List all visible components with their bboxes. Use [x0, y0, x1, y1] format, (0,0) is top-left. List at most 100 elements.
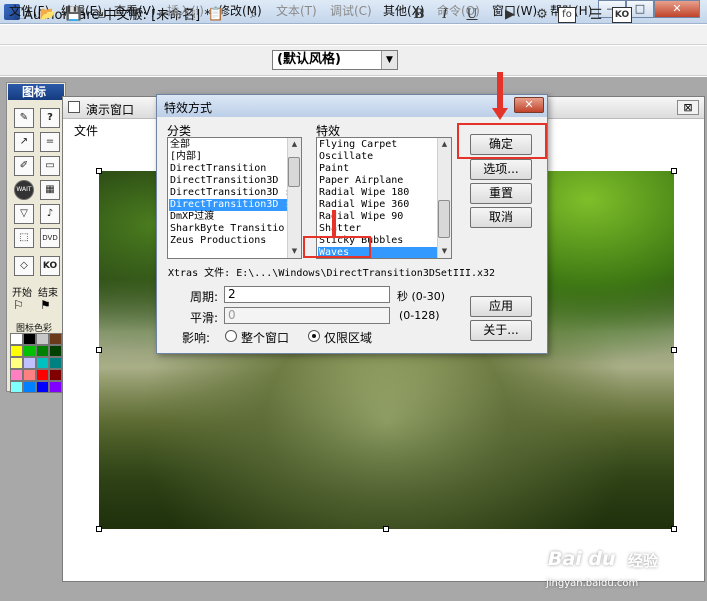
cancel-button[interactable]: 取消	[470, 207, 532, 228]
color-swatch[interactable]	[49, 345, 62, 357]
category-list-item[interactable]: 全部	[170, 139, 190, 151]
erase-icon[interactable]: ✐	[14, 156, 34, 176]
functions-icon[interactable]: fo	[558, 7, 576, 23]
category-scrollbar[interactable]	[287, 138, 301, 258]
category-list-item[interactable]: DirectTransition3D :	[169, 199, 290, 211]
resize-handle[interactable]	[96, 347, 102, 353]
cut-icon[interactable]: ✂	[154, 5, 174, 25]
scroll-down-icon[interactable]: ▼	[438, 245, 451, 258]
color-swatch[interactable]	[10, 357, 23, 369]
dialog-close-icon[interactable]: ✕	[514, 97, 544, 113]
paste-icon[interactable]: 📋	[206, 5, 226, 25]
category-list-item[interactable]: Zeus Productions	[170, 235, 266, 247]
category-list[interactable]: 全部 [内部] DirectTransition DirectTransition3D…	[167, 137, 302, 259]
color-swatch[interactable]	[23, 333, 36, 345]
variables-icon[interactable]: ☰	[586, 5, 606, 25]
about-button[interactable]: 关于...	[470, 320, 532, 341]
display-icon[interactable]: ✎	[14, 108, 34, 128]
color-swatch[interactable]	[36, 345, 49, 357]
category-list-item[interactable]: DirectTransition	[170, 163, 266, 175]
framework-icon[interactable]: ⬚	[14, 228, 34, 248]
save-icon[interactable]: 💾	[64, 5, 84, 25]
category-list-item[interactable]: [内部]	[170, 151, 202, 163]
style-select[interactable]: (默认风格)	[272, 50, 398, 70]
map-icon[interactable]: ▭	[40, 156, 60, 176]
interaction-icon[interactable]: ?	[40, 108, 60, 128]
smooth-input[interactable]: 0	[224, 307, 390, 324]
effect-scrollbar[interactable]	[437, 138, 451, 258]
color-swatch[interactable]	[49, 333, 62, 345]
open-file-icon[interactable]: 📂	[38, 5, 58, 25]
category-list-item[interactable]: DmXP过渡	[170, 211, 214, 223]
bold-icon[interactable]: B	[409, 5, 429, 25]
radio-whole-window-label[interactable]: 整个窗口	[241, 329, 289, 346]
undo-icon[interactable]: ↶	[128, 5, 148, 25]
resize-handle[interactable]	[383, 526, 389, 532]
presentation-close-icon[interactable]: ⊠	[677, 100, 699, 115]
color-swatch[interactable]	[36, 357, 49, 369]
scroll-up-icon[interactable]: ▲	[438, 138, 451, 151]
sound-icon[interactable]: ♪	[40, 204, 60, 224]
effect-list-item[interactable]: Shatter	[319, 223, 361, 235]
digital-movie-icon[interactable]: ▦	[40, 180, 60, 200]
color-swatch[interactable]	[49, 357, 62, 369]
scroll-down-icon[interactable]: ▼	[288, 245, 301, 258]
category-list-item[interactable]: DirectTransition3D :	[170, 187, 290, 199]
color-swatch[interactable]	[49, 369, 62, 381]
effect-list-item[interactable]: Paper Airplane	[319, 175, 403, 187]
reset-button[interactable]: 重置	[470, 183, 532, 204]
menu-debug[interactable]: 调试(C)	[330, 2, 372, 19]
presentation-menu-file[interactable]: 文件	[74, 122, 98, 139]
motion-icon[interactable]: ↗	[14, 132, 34, 152]
radio-whole-window[interactable]	[225, 330, 237, 342]
radio-area-only[interactable]	[308, 330, 320, 342]
resize-handle[interactable]	[671, 168, 677, 174]
close-button[interactable]: ✕	[654, 0, 700, 18]
radio-area-only-label[interactable]: 仅限区域	[324, 329, 372, 346]
resize-handle[interactable]	[96, 168, 102, 174]
calculation-icon[interactable]: =	[40, 132, 60, 152]
color-swatch[interactable]	[36, 381, 49, 393]
ko-icon[interactable]: KO	[40, 256, 60, 276]
decision-icon[interactable]: ◇	[14, 256, 34, 276]
import-icon[interactable]: ⇲	[90, 5, 110, 25]
color-swatch[interactable]	[10, 369, 23, 381]
wait-icon[interactable]: WAIT	[14, 180, 34, 200]
end-flag-icon[interactable]: ⚑	[40, 298, 51, 312]
options-button[interactable]: 选项...	[470, 159, 532, 180]
effect-list-item[interactable]: Oscillate	[319, 151, 373, 163]
find-icon[interactable]: ⌕	[244, 5, 264, 25]
category-list-item[interactable]: DirectTransition3D	[170, 175, 278, 187]
color-swatch[interactable]	[10, 333, 23, 345]
resize-handle[interactable]	[96, 526, 102, 532]
resize-handle[interactable]	[671, 347, 677, 353]
new-file-icon[interactable]: 🗋	[10, 5, 30, 25]
effect-list-item[interactable]: Flying Carpet	[319, 139, 397, 151]
italic-icon[interactable]: I	[435, 5, 455, 25]
color-swatch[interactable]	[23, 345, 36, 357]
video-icon[interactable]: DVD	[40, 228, 60, 248]
run-icon[interactable]: ▶	[500, 5, 520, 25]
color-swatch[interactable]	[23, 381, 36, 393]
control-panel-icon[interactable]: ⚙	[532, 5, 552, 25]
underline-icon[interactable]: U	[462, 5, 482, 25]
chevron-down-icon[interactable]: ▼	[381, 51, 397, 69]
start-flag-icon[interactable]: ⚐	[13, 298, 24, 312]
knowledge-objects-icon[interactable]: KO	[612, 7, 632, 23]
color-swatch[interactable]	[23, 357, 36, 369]
apply-button[interactable]: 应用	[470, 296, 532, 317]
color-swatch[interactable]	[23, 369, 36, 381]
category-list-item[interactable]: SharkByte Transitio	[170, 223, 284, 235]
menu-text[interactable]: 文本(T)	[276, 2, 317, 19]
scroll-thumb[interactable]	[288, 157, 300, 187]
resize-handle[interactable]	[671, 526, 677, 532]
color-swatch[interactable]	[36, 369, 49, 381]
navigate-icon[interactable]: ▽	[14, 204, 34, 224]
effect-list-item[interactable]: Radial Wipe 180	[319, 187, 409, 199]
color-swatch[interactable]	[10, 381, 23, 393]
color-swatch[interactable]	[36, 333, 49, 345]
scroll-up-icon[interactable]: ▲	[288, 138, 301, 151]
color-swatch[interactable]	[49, 381, 62, 393]
copy-icon[interactable]: ⎘	[180, 5, 200, 25]
color-swatch[interactable]	[10, 345, 23, 357]
